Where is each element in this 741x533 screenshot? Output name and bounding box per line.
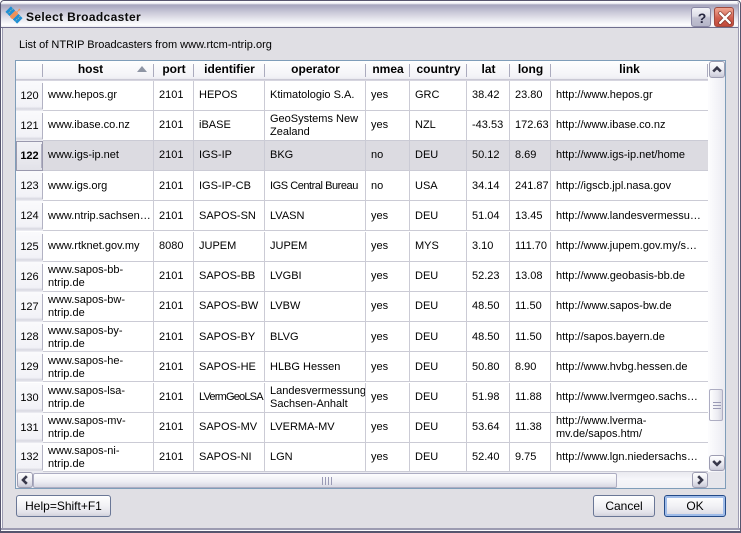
- svg-text:?: ?: [697, 10, 706, 26]
